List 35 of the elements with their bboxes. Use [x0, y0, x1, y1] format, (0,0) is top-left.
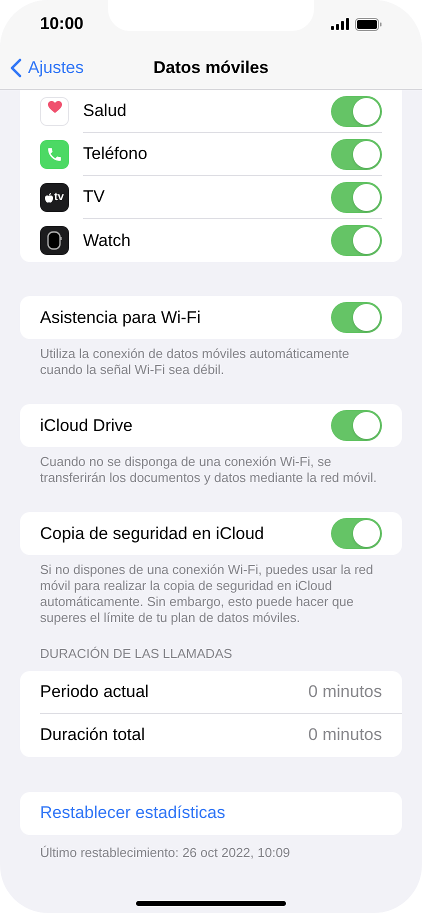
- toggle-switch[interactable]: [331, 410, 382, 441]
- row-value: 0 minutos: [308, 680, 382, 703]
- reset-footer: Último restablecimiento: 26 oct 2022, 10:09: [20, 834, 402, 862]
- watch-app-icon: [40, 226, 69, 255]
- chevron-left-icon: [10, 58, 22, 78]
- icon-label: tv: [54, 192, 64, 203]
- heart-app-icon: [40, 97, 69, 126]
- setting-footer: Utiliza la conexión de datos móviles automáticamente cuando la señal Wi-Fi sea débil.: [20, 339, 402, 404]
- toggle-switch[interactable]: [331, 96, 382, 126]
- status-time: 10:00: [40, 13, 84, 36]
- back-button[interactable]: Ajustes: [10, 54, 84, 80]
- toggle-switch[interactable]: [331, 225, 382, 256]
- section-header: DURACIÓN DE LAS LLAMADAS: [39, 645, 234, 663]
- battery-icon: [355, 18, 382, 30]
- row-label: Duración total: [40, 724, 145, 746]
- phone-app-icon: [40, 140, 69, 169]
- app-label: Watch: [83, 230, 131, 252]
- row-label: Periodo actual: [40, 680, 149, 703]
- apple-logo-icon: [45, 192, 54, 202]
- app-label: Salud: [83, 100, 126, 122]
- setting-footer: Si no dispones de una conexión Wi-Fi, puedes usar la red móvil para realizar la copia de seguridad en iCloud automáticamente. Sin embargo, esto puede hacer que superes el límite de tu plan de datos móviles.: [20, 555, 402, 626]
- setting-label: Asistencia para Wi-Fi: [40, 306, 201, 329]
- setting-label: iCloud Drive: [40, 414, 133, 437]
- page-title: Datos móviles: [153, 56, 269, 79]
- toggle-switch[interactable]: [331, 518, 382, 549]
- setting-footer: Cuando no se disponga de una conexión Wi-Fi, se transferirán los documentos y datos mediante la red móvil.: [20, 447, 402, 512]
- app-label: Teléfono: [83, 143, 148, 166]
- toggle-switch[interactable]: [331, 138, 382, 170]
- signal-icon: [331, 18, 350, 30]
- setting-label: Copia de seguridad en iCloud: [40, 522, 264, 545]
- row-value: 0 minutos: [308, 724, 382, 746]
- toggle-switch[interactable]: [331, 302, 382, 333]
- reset-statistics-button[interactable]: Restablecer estadísticas: [20, 792, 402, 834]
- toggle-switch[interactable]: [331, 182, 382, 212]
- app-label: TV: [83, 186, 105, 208]
